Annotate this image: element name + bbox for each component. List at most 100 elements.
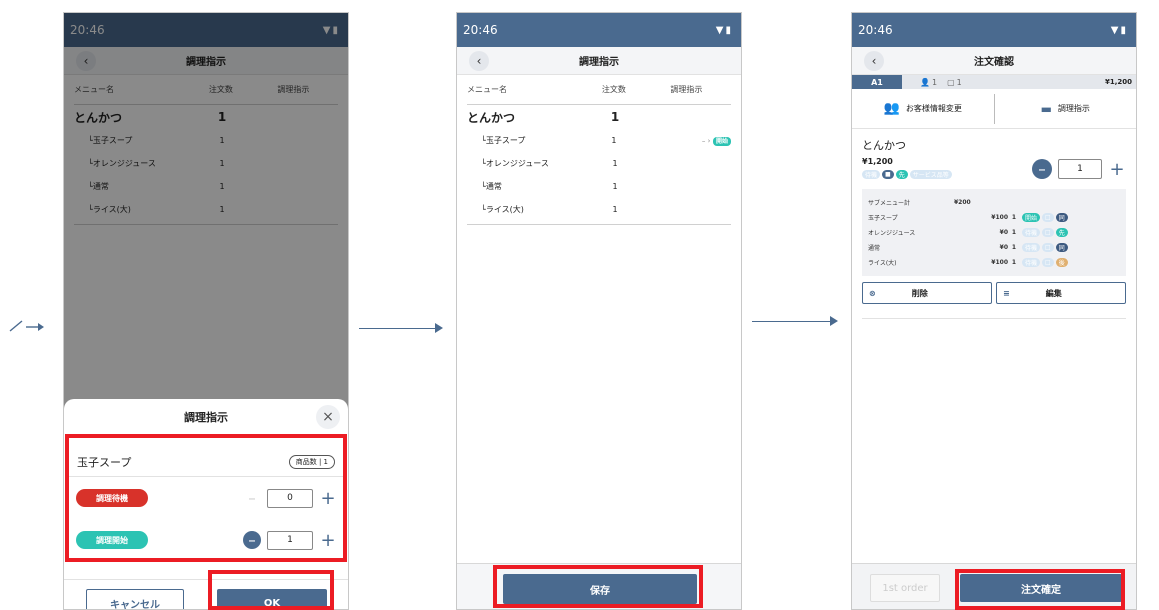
- submenu-row[interactable]: ライス(大) ¥100 1 待機 □ 後: [868, 255, 1120, 270]
- status-chip[interactable]: 待機: [1022, 258, 1041, 267]
- submenu-row[interactable]: 通常 ¥0 1 待機 □ 同: [868, 240, 1120, 255]
- timing-chip[interactable]: 同: [1055, 213, 1068, 222]
- delete-label: 削除: [911, 288, 928, 298]
- timing-chip[interactable]: 後: [1055, 258, 1068, 267]
- customer-info-label: お客様情報変更: [905, 104, 962, 113]
- title-bar: ‹ 注文確認: [852, 47, 1136, 75]
- order-item-name: とんかつ: [862, 139, 906, 152]
- submenu-qty: 1: [1011, 214, 1017, 221]
- phone-screen-cooking-list: 20:46 ▼▮ ‹ 調理指示 メニュー名 注文数 調理指示 とんかつ 1 └玉…: [456, 12, 742, 610]
- sheet-header: 調理指示 ×: [64, 399, 348, 435]
- submenu-price: ¥0: [999, 229, 1008, 236]
- title-bar: ‹ 調理指示: [457, 47, 741, 75]
- order-item-info: ¥1,200 待機 ■ 先 サービス品等: [862, 157, 954, 179]
- item-count: 1: [612, 182, 618, 191]
- cook-instruction-button[interactable]: ▬ 調理指示: [995, 94, 1137, 124]
- order-total: ¥1,200: [1104, 78, 1132, 86]
- page-title: 調理指示: [579, 57, 619, 68]
- submenu-row[interactable]: 玉子スープ ¥100 1 開始 □ 同: [868, 210, 1120, 225]
- guest-count: 1: [931, 77, 938, 87]
- quantity-stepper: – 1 +: [1032, 159, 1126, 180]
- close-button[interactable]: ×: [316, 405, 340, 429]
- submenu-total-row: サブメニュー計 ¥200: [868, 195, 1120, 210]
- column-menu-name: メニュー名: [467, 85, 507, 94]
- status-time: 20:46: [463, 23, 498, 37]
- close-icon: ×: [322, 409, 334, 425]
- note-chip[interactable]: ■: [882, 170, 894, 179]
- item-actions: ⊗ 削除 ≡ 編集: [862, 282, 1126, 304]
- back-button[interactable]: ‹: [864, 51, 884, 71]
- submenu-qty: 1: [1011, 259, 1017, 266]
- timing-chip[interactable]: 同: [1055, 243, 1068, 252]
- menu-list: メニュー名 注文数 調理指示 とんかつ 1 └玉子スープ 1 – › 開始 └オ…: [457, 75, 741, 225]
- status-bar: 20:46 ▼▮: [852, 13, 1136, 47]
- highlight-box: [65, 434, 347, 562]
- action-row: 👥 お客様情報変更 ▬ 調理指示: [852, 89, 1136, 129]
- delete-icon: ⊗: [869, 288, 876, 298]
- phone-screen-order-confirm: 20:46 ▼▮ ‹ 注文確認 A1 👤 1 ▢ 1 ¥1,200 👥 お客様情…: [851, 12, 1137, 610]
- status-chip[interactable]: 開始: [1022, 213, 1041, 222]
- list-item[interactable]: とんかつ 1: [467, 105, 731, 129]
- submenu-panel: サブメニュー計 ¥200 玉子スープ ¥100 1 開始 □ 同 オレンジジュー…: [862, 189, 1126, 276]
- timing-chip[interactable]: 先: [1055, 228, 1068, 237]
- highlight-box: [955, 569, 1125, 610]
- submenu-price: ¥0: [999, 244, 1008, 251]
- item-chips: 待機 ■ 先 サービス品等: [862, 170, 954, 179]
- status-chip[interactable]: 待機: [1022, 228, 1041, 237]
- cart-icon: ▬: [1040, 101, 1052, 116]
- edit-label: 編集: [1045, 288, 1062, 298]
- list-item[interactable]: └通常 1: [467, 175, 731, 198]
- submenu-row[interactable]: オレンジジュース ¥0 1 待機 □ 先: [868, 225, 1120, 240]
- submenu-qty: 1: [1011, 229, 1017, 236]
- hint-arrow: [8, 317, 48, 333]
- status-badge: 開始: [712, 137, 731, 146]
- edit-button[interactable]: ≡ 編集: [996, 282, 1126, 304]
- minus-button[interactable]: –: [1032, 159, 1052, 179]
- note-chip[interactable]: □: [1042, 228, 1054, 237]
- submenu-chips: 待機 □ 後: [1022, 258, 1070, 267]
- quantity-field[interactable]: 1: [1058, 159, 1102, 179]
- cancel-button[interactable]: キャンセル: [86, 589, 184, 609]
- delete-button[interactable]: ⊗ 削除: [862, 282, 992, 304]
- item-count: 1: [612, 205, 618, 214]
- submenu-price: ¥100: [991, 259, 1008, 266]
- table-label: A1: [852, 75, 902, 89]
- order-item-detail: ¥1,200 待機 ■ 先 サービス品等 – 1 +: [862, 157, 1126, 180]
- first-order-button[interactable]: 1st order: [870, 574, 940, 602]
- list-item[interactable]: └玉子スープ 1 – › 開始: [467, 129, 731, 152]
- note-chip[interactable]: □: [1042, 243, 1054, 252]
- status-chip[interactable]: 待機: [862, 170, 881, 179]
- customer-info-button[interactable]: 👥 お客様情報変更: [852, 94, 994, 124]
- submenu-price: ¥100: [991, 214, 1008, 221]
- service-chip[interactable]: サービス品等: [909, 170, 952, 179]
- item-name: とんかつ: [467, 110, 516, 125]
- note-chip[interactable]: □: [1042, 213, 1054, 222]
- submenu-name: 玉子スープ: [868, 215, 898, 222]
- list-item[interactable]: └ライス(大) 1: [467, 198, 731, 221]
- status-icons: ▼▮: [1110, 24, 1128, 36]
- order-item: とんかつ ¥1,200 待機 ■ 先 サービス品等 – 1 +: [852, 129, 1136, 180]
- list-header: メニュー名 注文数 調理指示: [467, 75, 731, 105]
- guest-icon: 👤: [920, 77, 930, 87]
- status-chip[interactable]: 待機: [1022, 243, 1041, 252]
- highlight-box: [493, 565, 703, 608]
- order-count: 1: [956, 77, 962, 87]
- plus-button[interactable]: +: [1108, 159, 1126, 180]
- back-button[interactable]: ‹: [469, 51, 489, 71]
- note-chip[interactable]: □: [1042, 258, 1054, 267]
- item-name: └オレンジジュース: [481, 159, 549, 168]
- submenu-total-value: ¥200: [954, 199, 971, 206]
- order-icon: ▢: [947, 77, 955, 87]
- column-order-count: 注文数: [601, 85, 626, 94]
- list-item[interactable]: └オレンジジュース 1: [467, 152, 731, 175]
- submenu-name: ライス(大): [868, 260, 897, 267]
- cook-status[interactable]: – › 開始: [642, 136, 731, 146]
- order-chip[interactable]: 先: [895, 170, 908, 179]
- submenu-qty: 1: [1011, 244, 1017, 251]
- status-time: 20:46: [858, 23, 893, 37]
- item-count: 1: [611, 136, 617, 145]
- item-count: 1: [610, 110, 620, 124]
- item-name: └ライス(大): [481, 205, 524, 214]
- order-item-price: ¥1,200: [862, 157, 893, 166]
- column-cook-instruction: 調理指示: [670, 85, 703, 94]
